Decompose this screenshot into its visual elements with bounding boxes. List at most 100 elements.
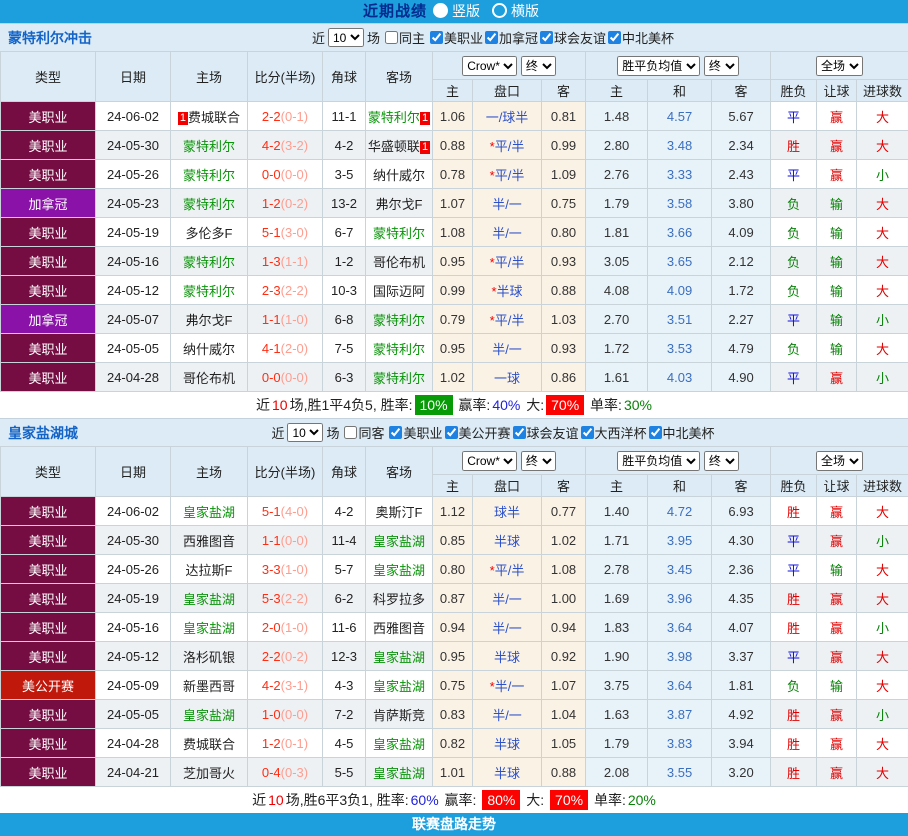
handicap-cell: 半球 [473,729,542,758]
col-home: 主场 [171,52,248,102]
league-type-cell: 美职业 [1,758,96,787]
home-team-cell: 蒙特利尔 [171,131,248,160]
avg-time-select[interactable]: 终 [704,451,739,471]
summary-part: 70% [546,395,584,415]
corner-cell: 4-5 [323,729,366,758]
league-checkbox[interactable] [513,426,526,439]
fulltime-select[interactable]: 全场 [816,56,863,76]
avg-away-cell: 4.90 [712,363,771,392]
league-type-cell: 美职业 [1,497,96,526]
star-marker: * [491,284,496,299]
home-team-cell: 皇家盐湖 [171,613,248,642]
handicap-result-cell: 赢 [817,613,857,642]
odds-time-select[interactable]: 终 [521,56,556,76]
same-venue-checkbox[interactable] [385,31,398,44]
col-handicap: 盘口 [473,80,542,102]
avg-home-cell: 2.70 [586,305,648,334]
odds-time-select[interactable]: 终 [521,451,556,471]
avg-draw-cell: 3.96 [648,584,712,613]
home-team-cell: 弗尔戈F [171,305,248,334]
corner-cell: 7-5 [323,334,366,363]
avg-home-cell: 1.71 [586,526,648,555]
handicap-result-cell: 赢 [817,642,857,671]
col-odds-away: 客 [542,80,586,102]
avg-home-cell: 1.83 [586,613,648,642]
team-name-link[interactable]: 皇家盐湖城 [0,423,198,443]
avg-draw-cell: 3.65 [648,247,712,276]
near-label: 近 [312,28,325,47]
col-let-ball: 让球 [817,475,857,497]
handicap-result-cell: 输 [817,276,857,305]
away-odds-cell: 0.80 [542,218,586,247]
league-checkbox[interactable] [581,426,594,439]
team-name-link[interactable]: 蒙特利尔冲击 [0,28,198,48]
away-odds-cell: 0.93 [542,334,586,363]
league-checkbox[interactable] [445,426,458,439]
avg-home-cell: 2.80 [586,131,648,160]
handicap-result-cell: 赢 [817,526,857,555]
odds-company-select[interactable]: Crow* [462,56,517,76]
same-venue-checkbox[interactable] [344,426,357,439]
avg-type-select[interactable]: 胜平负均值 [617,56,700,76]
date-cell: 24-06-02 [96,102,171,131]
col-score: 比分(半场) [248,447,323,497]
corner-cell: 4-2 [323,497,366,526]
league-filter: 美公开赛 [445,423,511,442]
score-cell: 4-1(2-0) [248,334,323,363]
home-odds-cell: 1.07 [433,189,473,218]
avg-home-cell: 1.79 [586,729,648,758]
home-team-cell: 费城联合 [171,729,248,758]
score-cell: 1-3(1-1) [248,247,323,276]
avg-home-cell: 1.40 [586,497,648,526]
league-checkbox[interactable] [485,31,498,44]
away-odds-cell: 0.75 [542,189,586,218]
radio-vertical-selected[interactable] [433,3,448,18]
handicap-cell: 半/一 [473,584,542,613]
league-checkbox[interactable] [430,31,443,44]
goals-cell: 小 [857,526,908,555]
handicap-result-cell: 赢 [817,758,857,787]
col-goals: 进球数 [857,475,908,497]
fulltime-select[interactable]: 全场 [816,451,863,471]
star-marker: * [490,139,495,154]
score-cell: 4-2(3-1) [248,671,323,700]
col-home: 主场 [171,447,248,497]
corner-cell: 4-2 [323,131,366,160]
fulltime-group-header: 全场 [771,447,908,475]
league-checkbox[interactable] [540,31,553,44]
league-checkbox[interactable] [389,426,402,439]
result-cell: 胜 [771,584,817,613]
avg-draw-cell: 3.55 [648,758,712,787]
handicap-result-cell: 输 [817,671,857,700]
goals-cell: 大 [857,102,908,131]
avg-draw-cell: 3.64 [648,613,712,642]
recent-count-select[interactable]: 10 [328,28,364,47]
col-avg-home: 主 [586,475,648,497]
league-filter: 大西洋杯 [581,423,647,442]
league-checkbox[interactable] [608,31,621,44]
home-odds-cell: 0.85 [433,526,473,555]
odds-company-select[interactable]: Crow* [462,451,517,471]
league-label: 球会友谊 [554,28,606,47]
handicap-cell: *半/一 [473,671,542,700]
recent-count-select[interactable]: 10 [287,423,323,442]
handicap-result-cell: 输 [817,555,857,584]
home-odds-cell: 0.80 [433,555,473,584]
radio-vertical-label: 竖版 [452,3,480,19]
home-team-cell: 西雅图音 [171,526,248,555]
avg-time-select[interactable]: 终 [704,56,739,76]
avg-type-select[interactable]: 胜平负均值 [617,451,700,471]
result-cell: 平 [771,363,817,392]
league-type-cell: 美职业 [1,160,96,189]
goals-cell: 小 [857,363,908,392]
league-checkbox[interactable] [649,426,662,439]
away-team-cell: 弗尔戈F [366,189,433,218]
league-type-cell: 美职业 [1,247,96,276]
away-odds-cell: 1.09 [542,160,586,189]
league-type-cell: 美公开赛 [1,671,96,700]
home-team-cell: 蒙特利尔 [171,189,248,218]
avg-home-cell: 1.63 [586,700,648,729]
result-cell: 胜 [771,729,817,758]
away-team-cell: 蒙特利尔1 [366,102,433,131]
radio-horizontal[interactable] [492,3,507,18]
